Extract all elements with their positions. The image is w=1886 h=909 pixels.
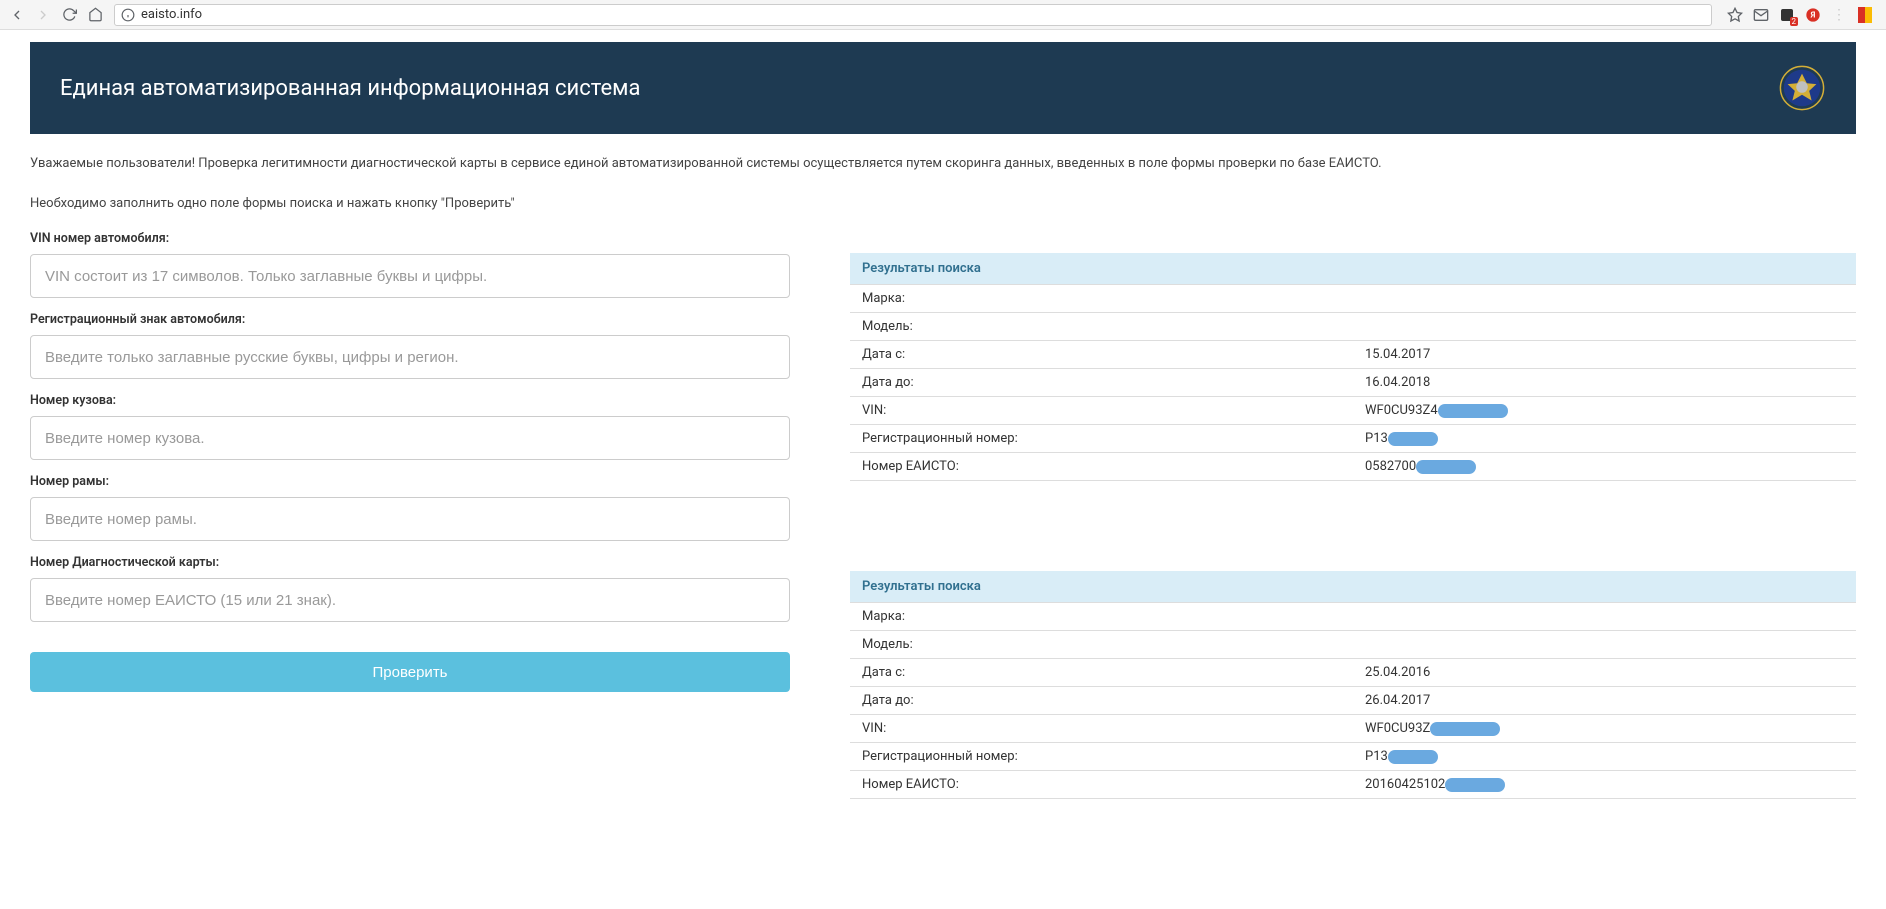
eaisto-res-label: Номер ЕАИСТО:	[850, 453, 1353, 481]
reg-res-label: Регистрационный номер:	[850, 425, 1353, 453]
body-input[interactable]	[30, 416, 790, 460]
reg-value: Р13	[1365, 749, 1388, 764]
model-value	[1353, 631, 1856, 659]
vin-value: WF0CU93Z4	[1365, 403, 1438, 418]
redacted-mask	[1445, 778, 1505, 792]
address-bar[interactable]: eaisto.info	[114, 4, 1712, 26]
result-row: Регистрационный номер: Р13	[850, 425, 1856, 453]
browser-actions: 2 Я ⋮	[1720, 6, 1880, 24]
date-to-value: 26.04.2017	[1353, 687, 1856, 715]
redacted-mask	[1388, 432, 1438, 446]
results-area: Результаты поиска Марка: Модель: Дата с:…	[850, 231, 1856, 889]
model-value	[1353, 313, 1856, 341]
redacted-mask	[1430, 722, 1500, 736]
menu-icon[interactable]: ⋮	[1830, 6, 1848, 24]
date-to-value: 16.04.2018	[1353, 369, 1856, 397]
reg-res-label: Регистрационный номер:	[850, 743, 1353, 771]
date-from-label: Дата с:	[850, 659, 1353, 687]
result-row: Дата с:15.04.2017	[850, 341, 1856, 369]
brand-label: Марка:	[850, 285, 1353, 313]
search-form: VIN номер автомобиля: Регистрационный зн…	[30, 231, 790, 889]
redacted-mask	[1388, 750, 1438, 764]
frame-input[interactable]	[30, 497, 790, 541]
mail-icon[interactable]	[1752, 6, 1770, 24]
flag-icon[interactable]	[1856, 6, 1874, 24]
vin-input[interactable]	[30, 254, 790, 298]
eaisto-res-label: Номер ЕАИСТО:	[850, 771, 1353, 799]
browser-toolbar: eaisto.info 2 Я ⋮	[0, 0, 1886, 30]
brand-label: Марка:	[850, 603, 1353, 631]
model-label: Модель:	[850, 631, 1353, 659]
logo-emblem	[1778, 64, 1826, 112]
diag-input[interactable]	[30, 578, 790, 622]
vin-value: WF0CU93Z	[1365, 721, 1430, 736]
brand-value	[1353, 603, 1856, 631]
page-title: Единая автоматизированная информационная…	[60, 76, 640, 101]
model-label: Модель:	[850, 313, 1353, 341]
date-from-label: Дата с:	[850, 341, 1353, 369]
vin-res-label: VIN:	[850, 715, 1353, 743]
reload-button[interactable]	[58, 4, 80, 26]
reg-input[interactable]	[30, 335, 790, 379]
vin-res-label: VIN:	[850, 397, 1353, 425]
result-row: VIN: WF0CU93Z	[850, 715, 1856, 743]
yandex-icon[interactable]: Я	[1804, 6, 1822, 24]
result-row: Модель:	[850, 313, 1856, 341]
redacted-mask	[1438, 404, 1508, 418]
intro-line-1: Уважаемые пользователи! Проверка легитим…	[30, 154, 1856, 174]
svg-text:Я: Я	[1810, 10, 1816, 19]
brand-value	[1353, 285, 1856, 313]
url-text: eaisto.info	[141, 7, 202, 22]
vin-label: VIN номер автомобиля:	[30, 231, 790, 246]
results-block-2: Результаты поиска Марка: Модель: Дата с:…	[850, 571, 1856, 799]
star-icon[interactable]	[1726, 6, 1744, 24]
result-row: Номер ЕАИСТО: 0582700	[850, 453, 1856, 481]
results-header-1: Результаты поиска	[850, 253, 1856, 285]
intro-line-2: Необходимо заполнить одно поле формы пои…	[30, 194, 1856, 214]
forward-button[interactable]	[32, 4, 54, 26]
date-to-label: Дата до:	[850, 369, 1353, 397]
eaisto-value: 20160425102	[1365, 777, 1445, 792]
result-row: VIN: WF0CU93Z4	[850, 397, 1856, 425]
eaisto-value: 0582700	[1365, 459, 1416, 474]
frame-label: Номер рамы:	[30, 474, 790, 489]
result-row: Номер ЕАИСТО: 20160425102	[850, 771, 1856, 799]
result-row: Модель:	[850, 631, 1856, 659]
reg-value: Р13	[1365, 431, 1388, 446]
result-row: Дата до:16.04.2018	[850, 369, 1856, 397]
site-info-icon[interactable]	[121, 8, 135, 22]
reg-label: Регистрационный знак автомобиля:	[30, 312, 790, 327]
results-header-2: Результаты поиска	[850, 571, 1856, 603]
date-to-label: Дата до:	[850, 687, 1353, 715]
result-row: Дата с:25.04.2016	[850, 659, 1856, 687]
page-header: Единая автоматизированная информационная…	[30, 42, 1856, 134]
results-block-1: Результаты поиска Марка: Модель: Дата с:…	[850, 253, 1856, 481]
date-from-value: 25.04.2016	[1353, 659, 1856, 687]
page-content: Уважаемые пользователи! Проверка легитим…	[0, 134, 1886, 909]
result-row: Дата до:26.04.2017	[850, 687, 1856, 715]
extension-icon[interactable]: 2	[1778, 6, 1796, 24]
date-from-value: 15.04.2017	[1353, 341, 1856, 369]
check-button[interactable]: Проверить	[30, 652, 790, 692]
body-label: Номер кузова:	[30, 393, 790, 408]
back-button[interactable]	[6, 4, 28, 26]
result-row: Марка:	[850, 603, 1856, 631]
home-button[interactable]	[84, 4, 106, 26]
redacted-mask	[1416, 460, 1476, 474]
result-row: Марка:	[850, 285, 1856, 313]
diag-label: Номер Диагностической карты:	[30, 555, 790, 570]
result-row: Регистрационный номер: Р13	[850, 743, 1856, 771]
